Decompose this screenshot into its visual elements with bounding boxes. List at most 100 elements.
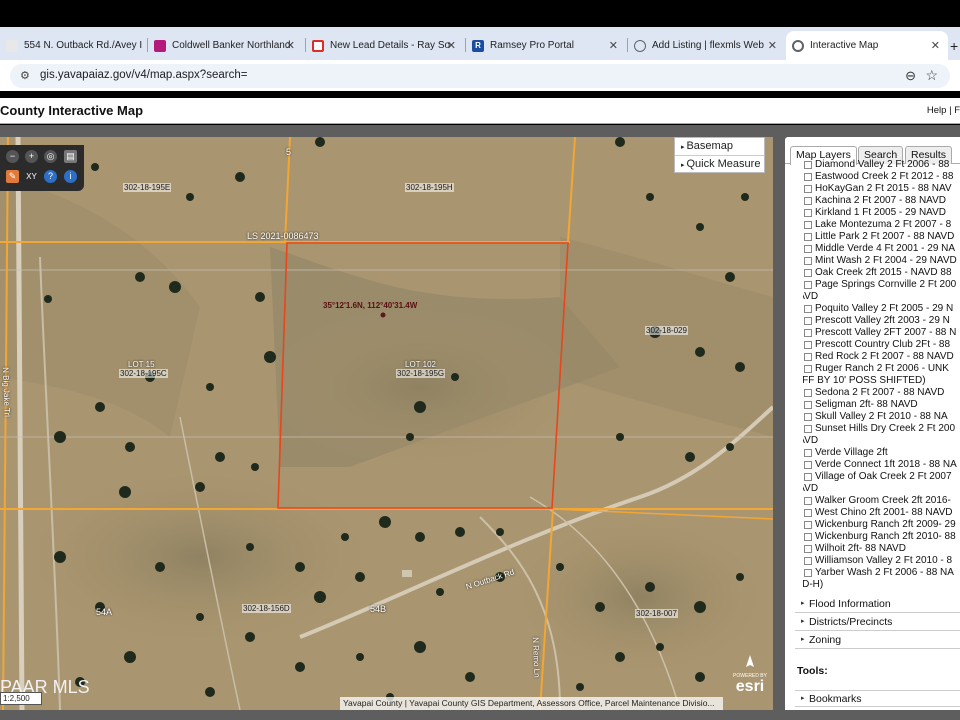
layer-item[interactable]: Poquito Valley 2 Ft 2005 - 29 N xyxy=(803,303,960,315)
zoom-extent-icon[interactable]: ◎ xyxy=(44,150,57,163)
layer-checkbox[interactable] xyxy=(804,509,812,517)
zoom-in-icon[interactable]: + xyxy=(25,150,38,163)
layer-item[interactable]: HoKayGan 2 Ft 2015 - 88 NAV xyxy=(803,183,960,195)
layer-checkbox[interactable] xyxy=(804,341,812,349)
layer-checkbox[interactable] xyxy=(804,389,812,397)
section-bookmarks[interactable]: ▸ Bookmarks xyxy=(795,690,960,707)
layer-checkbox[interactable] xyxy=(804,461,812,469)
layer-item[interactable]: Walker Groom Creek 2ft 2016- xyxy=(803,495,960,507)
browser-tab-new-lead[interactable]: New Lead Details - Ray So ✕ xyxy=(306,31,464,60)
layer-item[interactable]: Skull Valley 2 Ft 2010 - 88 NA xyxy=(803,411,960,423)
layer-item[interactable]: Verde Village 2ft xyxy=(803,447,960,459)
layer-item[interactable]: Seligman 2ft- 88 NAVD xyxy=(803,399,960,411)
section-zoning[interactable]: ▸ Zoning xyxy=(795,632,960,649)
layer-item[interactable]: Little Park 2 Ft 2007 - 88 NAVD xyxy=(803,231,960,243)
layer-item[interactable]: Sunset Hills Dry Creek 2 Ft 200 xyxy=(803,423,960,435)
layer-checkbox[interactable] xyxy=(804,221,812,229)
parcel-label[interactable]: 302-18-195H xyxy=(405,183,454,192)
layer-checkbox[interactable] xyxy=(804,257,812,265)
help-icon[interactable]: ? xyxy=(44,170,57,183)
layer-checkbox[interactable] xyxy=(804,305,812,313)
layer-checkbox[interactable] xyxy=(804,329,812,337)
section-flood-information[interactable]: ▸ Flood Information xyxy=(795,596,960,613)
layer-item[interactable]: Sedona 2 Ft 2007 - 88 NAVD xyxy=(803,387,960,399)
layer-item[interactable]: Wilhoit 2ft- 88 NAVD xyxy=(803,543,960,555)
url-text[interactable]: gis.yavapaiaz.gov/v4/map.aspx?search= xyxy=(40,69,247,81)
layer-checkbox[interactable] xyxy=(804,209,812,217)
parcel-label[interactable]: 302-18-195C xyxy=(119,369,168,378)
layer-checkbox[interactable] xyxy=(804,413,812,421)
layer-checkbox[interactable] xyxy=(804,173,812,181)
layer-item[interactable]: Prescott Valley 2FT 2007 - 88 N xyxy=(803,327,960,339)
browser-tab-ramsey[interactable]: R Ramsey Pro Portal ✕ xyxy=(466,31,626,60)
layer-checkbox[interactable] xyxy=(804,473,812,481)
parcel-label[interactable]: 302-18-195G xyxy=(396,369,446,378)
xy-coordinate-icon[interactable]: XY xyxy=(25,170,38,183)
browser-tab-interactive-map[interactable]: Interactive Map ✕ xyxy=(786,31,948,60)
layer-item[interactable]: Lake Montezuma 2 Ft 2007 - 8 xyxy=(803,219,960,231)
eraser-icon[interactable]: ✎ xyxy=(6,170,19,183)
parcel-label[interactable]: 302-18-007 xyxy=(635,609,678,618)
close-icon[interactable]: ✕ xyxy=(768,39,777,52)
browser-tab-coldwell[interactable]: Coldwell Banker Northland ✕ xyxy=(148,31,303,60)
layer-checkbox[interactable] xyxy=(804,281,812,289)
browser-tab-flexmls[interactable]: Add Listing | flexmls Web ✕ xyxy=(628,31,785,60)
layer-item[interactable]: Yarber Wash 2 Ft 2006 - 88 NA xyxy=(803,567,960,579)
layer-checkbox[interactable] xyxy=(804,353,812,361)
layer-checkbox[interactable] xyxy=(804,569,812,577)
help-link[interactable]: Help | F xyxy=(927,105,960,116)
layer-checkbox[interactable] xyxy=(804,521,812,529)
browser-tab-outback[interactable]: 554 N. Outback Rd./Avey I xyxy=(0,31,147,60)
close-icon[interactable]: ✕ xyxy=(286,39,295,52)
layer-item[interactable]: West Chino 2ft 2001- 88 NAVD xyxy=(803,507,960,519)
layer-item[interactable]: Williamson Valley 2 Ft 2010 - 8 xyxy=(803,555,960,567)
layer-item[interactable]: Middle Verde 4 Ft 2001 - 29 NA xyxy=(803,243,960,255)
layer-checkbox[interactable] xyxy=(804,197,812,205)
close-icon[interactable]: ✕ xyxy=(609,39,618,52)
site-settings-icon[interactable]: ⚙ xyxy=(20,69,30,82)
print-icon[interactable]: ▤ xyxy=(64,150,77,163)
layer-checkbox[interactable] xyxy=(804,533,812,541)
layer-item[interactable]: Page Springs Cornville 2 Ft 200 xyxy=(803,279,960,291)
close-icon[interactable]: ✕ xyxy=(931,39,940,52)
layer-checkbox[interactable] xyxy=(804,185,812,193)
basemap-toggle[interactable]: ▸ Basemap xyxy=(681,140,733,152)
star-icon[interactable]: ☆ xyxy=(925,67,938,84)
layer-item[interactable]: Verde Connect 1ft 2018 - 88 NA xyxy=(803,459,960,471)
zoom-icon[interactable]: ⊖ xyxy=(905,68,916,84)
layer-item[interactable]: Oak Creek 2ft 2015 - NAVD 88 xyxy=(803,267,960,279)
layer-checkbox[interactable] xyxy=(804,245,812,253)
close-icon[interactable]: ✕ xyxy=(447,39,456,52)
parcel-label[interactable]: 302-18-195E xyxy=(123,183,172,192)
omnibox[interactable]: ⚙ gis.yavapaiaz.gov/v4/map.aspx?search= … xyxy=(10,64,950,88)
layer-checkbox[interactable] xyxy=(804,449,812,457)
layer-item[interactable]: Village of Oak Creek 2 Ft 2007 xyxy=(803,471,960,483)
layer-item[interactable]: Ruger Ranch 2 Ft 2006 - UNK xyxy=(803,363,960,375)
layer-item[interactable]: Wickenburg Ranch 2ft 2009- 29 xyxy=(803,519,960,531)
scale-select[interactable]: 1:2,500 xyxy=(0,692,42,705)
info-icon[interactable]: i xyxy=(64,170,77,183)
layer-checkbox[interactable] xyxy=(804,233,812,241)
section-districts-precincts[interactable]: ▸ Districts/Precincts xyxy=(795,614,960,631)
layer-checkbox[interactable] xyxy=(804,269,812,277)
layer-item[interactable]: Wickenburg Ranch 2ft 2010- 88 xyxy=(803,531,960,543)
layer-checkbox[interactable] xyxy=(804,497,812,505)
layer-item[interactable]: Mint Wash 2 Ft 2004 - 29 NAVD xyxy=(803,255,960,267)
parcel-label[interactable]: 302-18-156D xyxy=(242,604,291,613)
parcel-label[interactable]: 302-18-029 xyxy=(645,326,688,335)
map-view[interactable]: LS 2021-0086473 35°12'1.6N, 112°40'31.4W… xyxy=(0,137,773,710)
layer-checkbox[interactable] xyxy=(804,557,812,565)
layer-item[interactable]: Diamond Valley 2 Ft 2006 - 88 xyxy=(803,159,960,171)
layer-item[interactable]: Kirkland 1 Ft 2005 - 29 NAVD xyxy=(803,207,960,219)
layer-checkbox[interactable] xyxy=(804,545,812,553)
layer-checkbox[interactable] xyxy=(804,365,812,373)
new-tab-button[interactable]: + xyxy=(948,31,960,60)
layer-item[interactable]: Eastwood Creek 2 Ft 2012 - 88 xyxy=(803,171,960,183)
layer-item[interactable]: Prescott Valley 2ft 2003 - 29 N xyxy=(803,315,960,327)
layer-checkbox[interactable] xyxy=(804,317,812,325)
zoom-out-icon[interactable]: − xyxy=(6,150,19,163)
layer-item[interactable]: Prescott Country Club 2Ft - 88 xyxy=(803,339,960,351)
layer-checkbox[interactable] xyxy=(804,425,812,433)
layer-item[interactable]: Kachina 2 Ft 2007 - 88 NAVD xyxy=(803,195,960,207)
quick-measure-toggle[interactable]: ▸ Quick Measure xyxy=(681,158,760,170)
